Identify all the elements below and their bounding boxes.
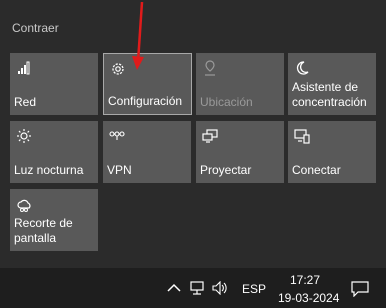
location-icon	[205, 60, 215, 76]
tile-label: Conectar	[292, 163, 341, 177]
clock-time[interactable]: 17:27	[290, 273, 320, 287]
tile-label: Red	[14, 95, 37, 109]
focus-assist-moon-icon	[296, 61, 309, 75]
tile-label: Proyectar	[200, 163, 252, 177]
screen-snip-icon	[17, 199, 31, 212]
tile-label: Configuración	[108, 94, 183, 108]
tile-label: Ubicación	[200, 95, 253, 109]
night-light-sun-icon	[17, 129, 31, 143]
vpn-icon	[109, 131, 125, 140]
tile-label: Luz nocturna	[14, 163, 84, 177]
tile-label: Asistente de concentración	[292, 80, 367, 109]
tile-vpn[interactable]: VPN	[103, 121, 191, 183]
tile-label: Recorte de pantalla	[14, 216, 73, 245]
notification-center-icon[interactable]	[351, 281, 369, 297]
tile-location[interactable]: Ubicación	[196, 53, 284, 115]
settings-gear-icon	[112, 63, 124, 75]
chevron-up-icon[interactable]	[166, 281, 182, 295]
tile-project[interactable]: Proyectar	[196, 121, 284, 183]
network-tray-icon[interactable]	[189, 281, 205, 295]
tile-night-light[interactable]: Luz nocturna	[10, 121, 98, 183]
annotation-arrow	[132, 2, 144, 70]
language-indicator[interactable]: ESP	[242, 282, 266, 296]
collapse-link[interactable]: Contraer	[12, 21, 59, 35]
project-icon	[202, 129, 218, 143]
tile-focus-assist[interactable]: Asistente de concentración	[288, 53, 376, 115]
taskbar: ESP 17:27 19-03-2024	[0, 268, 386, 308]
volume-icon[interactable]	[212, 281, 228, 295]
tile-network[interactable]: Red	[10, 53, 98, 115]
network-icon	[18, 61, 30, 75]
tile-screen-snip[interactable]: Recorte de pantalla	[10, 189, 98, 251]
connect-icon	[294, 129, 310, 144]
clock-date[interactable]: 19-03-2024	[278, 291, 339, 305]
tile-label: VPN	[107, 163, 132, 177]
tile-connect[interactable]: Conectar	[288, 121, 376, 183]
